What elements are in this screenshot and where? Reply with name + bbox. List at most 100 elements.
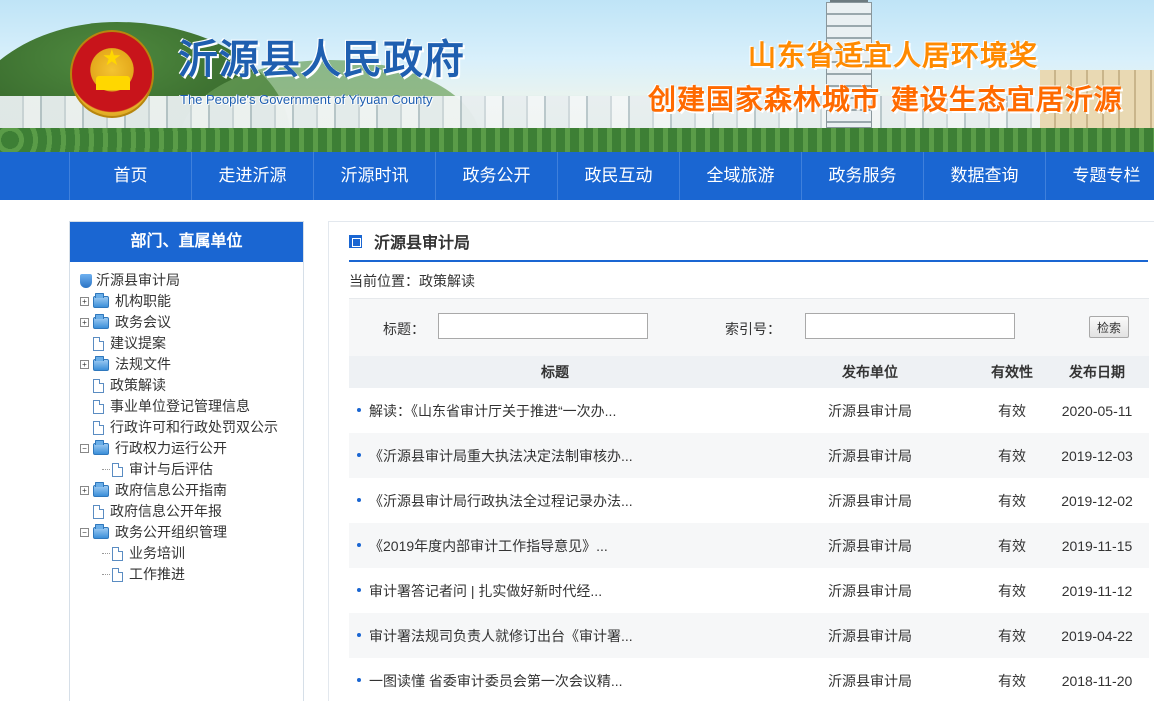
- table-header-row: 标题 发布单位 有效性 发布日期: [349, 356, 1149, 388]
- site-title[interactable]: 沂源县人民政府: [178, 40, 465, 80]
- expand-icon[interactable]: +: [80, 318, 89, 327]
- folder-icon: [93, 292, 109, 308]
- page-icon: [349, 234, 362, 248]
- row-date: 2020-05-11: [1061, 402, 1133, 419]
- section-header: 沂源县审计局: [349, 222, 1148, 262]
- tree-item-label: 政策解读: [110, 377, 166, 393]
- tree-item-label: 业务培训: [129, 545, 185, 561]
- star-icon: ★: [102, 46, 122, 71]
- row-title-link[interactable]: 审计署法规司负责人就修订出台《审计署...: [369, 628, 633, 644]
- tree-item-power-operation[interactable]: − 行政权力运行公开: [80, 438, 303, 459]
- table-row: 《沂源县审计局行政执法全过程记录办法... 沂源县审计局 有效 2019-12-…: [349, 478, 1149, 523]
- tree-item-audit-evaluation[interactable]: 审计与后评估: [80, 459, 303, 480]
- row-validity: 有效: [998, 582, 1026, 599]
- database-icon: [80, 273, 92, 288]
- page-title: 沂源县审计局: [374, 235, 471, 252]
- expand-icon[interactable]: +: [80, 297, 89, 306]
- document-icon: [93, 399, 104, 414]
- row-date: 2018-11-20: [1061, 672, 1133, 689]
- nav-item-home[interactable]: 首页: [69, 152, 191, 200]
- tree-item-annual-report[interactable]: 政府信息公开年报: [80, 501, 303, 522]
- row-title-link[interactable]: 一图读懂 省委审计委员会第一次会议精...: [369, 673, 623, 689]
- row-unit: 沂源县审计局: [761, 613, 979, 658]
- tree-item-regulations[interactable]: + 法规文件: [80, 354, 303, 375]
- nav-item-topics[interactable]: 专题专栏: [1045, 152, 1154, 200]
- tree-item-institution-registration[interactable]: 事业单位登记管理信息: [80, 396, 303, 417]
- title-search-input[interactable]: [438, 313, 648, 339]
- row-title-link[interactable]: 解读：《山东省审计厅关于推进“一次办...: [369, 403, 616, 419]
- nav-item-gov-affairs[interactable]: 政务公开: [435, 152, 557, 200]
- tree-item-meetings[interactable]: + 政务会议: [80, 312, 303, 333]
- index-label: 索引号：: [725, 321, 781, 337]
- row-date: 2019-04-22: [1045, 613, 1149, 658]
- document-icon: [112, 546, 123, 561]
- column-title: 标题: [349, 356, 761, 388]
- column-unit: 发布单位: [761, 356, 979, 388]
- document-icon: [93, 420, 104, 435]
- document-icon: [93, 378, 104, 393]
- search-button[interactable]: 检索: [1089, 316, 1129, 338]
- row-title-cell[interactable]: 审计署答记者问 | 扎实做好新时代经...: [349, 568, 761, 613]
- sidebar: 部门、直属单位 沂源县审计局 + 机构职能 + 政务会议 建议提案 + 法规文件…: [69, 221, 304, 701]
- nav-item-interaction[interactable]: 政民互动: [557, 152, 679, 200]
- row-title-cell[interactable]: 《沂源县审计局重大执法决定法制审核办...: [349, 433, 761, 478]
- tree-item-policy-interpretation[interactable]: 政策解读: [80, 375, 303, 396]
- nav-item-tourism[interactable]: 全域旅游: [679, 152, 801, 200]
- slogan-line-1: 山东省适宜人居环境奖: [748, 39, 1039, 72]
- row-title-cell[interactable]: 《沂源县审计局行政执法全过程记录办法...: [349, 478, 761, 523]
- search-panel: 标题： 索引号： 检索: [349, 298, 1149, 356]
- national-emblem-logo[interactable]: ★: [70, 30, 154, 118]
- row-title-cell[interactable]: 审计署法规司负责人就修订出台《审计署...: [349, 613, 761, 658]
- folder-icon: [93, 313, 109, 329]
- bullet-icon: [357, 633, 361, 637]
- row-title-cell[interactable]: 《2019年度内部审计工作指导意见》...: [349, 523, 761, 568]
- row-unit: 沂源县审计局: [828, 492, 912, 509]
- row-title-link[interactable]: 《2019年度内部审计工作指导意见》...: [369, 538, 608, 554]
- folder-icon: [93, 439, 109, 455]
- title-label: 标题：: [383, 321, 425, 337]
- row-title-cell[interactable]: 一图读懂 省委审计委员会第一次会议精...: [349, 658, 761, 703]
- table-row: 一图读懂 省委审计委员会第一次会议精... 沂源县审计局 有效 2018-11-…: [349, 658, 1149, 703]
- tree-item-label: 法规文件: [115, 356, 171, 372]
- bullet-icon: [357, 498, 361, 502]
- tree-item-label: 事业单位登记管理信息: [110, 398, 250, 414]
- nav-list: 首页 走进沂源 沂源时讯 政务公开 政民互动 全域旅游 政务服务 数据查询 专题…: [69, 152, 1154, 200]
- row-title-link[interactable]: 审计署答记者问 | 扎实做好新时代经...: [369, 583, 602, 599]
- tree-item-proposals[interactable]: 建议提案: [80, 333, 303, 354]
- tree-item-training[interactable]: 业务培训: [80, 543, 303, 564]
- sidebar-heading: 部门、直属单位: [70, 222, 303, 262]
- tree-item-disclosure-guide[interactable]: + 政府信息公开指南: [80, 480, 303, 501]
- tree-item-label: 工作推进: [129, 566, 185, 582]
- table-row: 《沂源县审计局重大执法决定法制审核办... 沂源县审计局 有效 2019-12-…: [349, 433, 1149, 478]
- tree-item-progress[interactable]: 工作推进: [80, 564, 303, 585]
- expand-icon[interactable]: +: [80, 360, 89, 369]
- tree-item-double-publicity[interactable]: 行政许可和行政处罚双公示: [80, 417, 303, 438]
- column-date: 发布日期: [1045, 356, 1149, 388]
- row-date: 2019-12-02: [1061, 492, 1133, 509]
- nav-item-news[interactable]: 沂源时讯: [313, 152, 435, 200]
- row-validity: 有效: [979, 613, 1045, 658]
- expand-icon[interactable]: +: [80, 486, 89, 495]
- nav-item-services[interactable]: 政务服务: [801, 152, 923, 200]
- site-subtitle: The People's Government of Yiyuan County: [180, 92, 433, 107]
- nav-item-about[interactable]: 走进沂源: [191, 152, 313, 200]
- row-title-cell[interactable]: 解读：《山东省审计厅关于推进“一次办...: [349, 388, 761, 433]
- bullet-icon: [357, 408, 361, 412]
- row-validity: 有效: [979, 433, 1045, 478]
- tree-item-label: 政府信息公开指南: [115, 482, 227, 498]
- index-search-input[interactable]: [805, 313, 1015, 339]
- collapse-icon[interactable]: −: [80, 444, 89, 453]
- row-validity: 有效: [998, 402, 1026, 419]
- tree-connector: [102, 469, 110, 470]
- table-row: 解读：《山东省审计厅关于推进“一次办... 沂源县审计局 有效 2020-05-…: [349, 388, 1149, 433]
- collapse-icon[interactable]: −: [80, 528, 89, 537]
- tree-root[interactable]: 沂源县审计局: [80, 270, 303, 291]
- row-title-link[interactable]: 《沂源县审计局行政执法全过程记录办法...: [369, 493, 633, 509]
- table-row: 审计署答记者问 | 扎实做好新时代经... 沂源县审计局 有效 2019-11-…: [349, 568, 1149, 613]
- nav-item-data-query[interactable]: 数据查询: [923, 152, 1045, 200]
- row-title-link[interactable]: 《沂源县审计局重大执法决定法制审核办...: [369, 448, 633, 464]
- folder-icon: [93, 523, 109, 539]
- tree-item-functions[interactable]: + 机构职能: [80, 291, 303, 312]
- tree-item-org-management[interactable]: − 政务公开组织管理: [80, 522, 303, 543]
- row-date: 2019-11-15: [1045, 523, 1149, 568]
